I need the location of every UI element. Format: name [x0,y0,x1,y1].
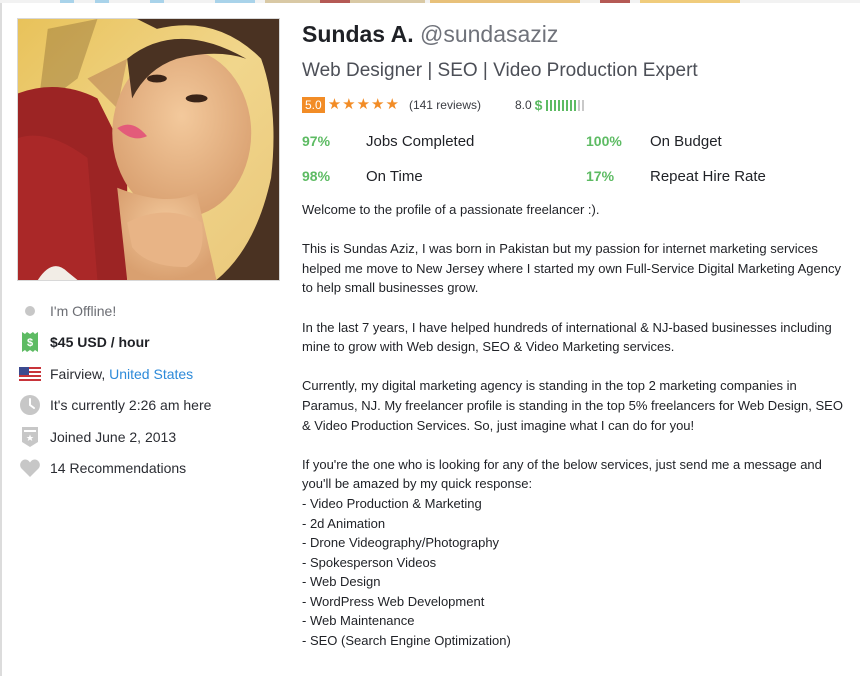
stat-on-time-label: On Time [366,168,423,185]
service-item: - Web Design [302,574,381,590]
status-dot-icon [16,299,44,323]
svg-text:$: $ [27,337,33,349]
profile-photo[interactable] [17,18,280,281]
clock-icon [16,393,44,417]
earnings-meter [546,99,586,111]
profile-info-list: I'm Offline! $ $45 USD / hour Fairview, … [16,295,276,484]
badge-icon [16,425,44,449]
stat-repeat-hire-value: 17% [586,168,615,184]
online-status: I'm Offline! [16,295,276,327]
stat-jobs-completed-value: 97% [302,133,331,149]
heart-icon [16,456,44,480]
star-rating: ★ ★ ★ ★ ★ [327,96,400,113]
recommendations-text: 14 Recommendations [50,460,187,477]
earnings-bar-segment [546,99,549,111]
profile-main: Sundas A. @sundasaziz Web Designer | SEO… [302,19,852,651]
hourly-rate-text: $45 USD / hour [50,334,150,351]
earnings-bar-segment [574,99,577,111]
location: Fairview, United States [16,358,276,390]
local-time: It's currently 2:26 am here [16,390,276,422]
joined-date: Joined June 2, 2013 [16,421,276,453]
earnings-bar-segment [578,99,581,111]
joined-date-text: Joined June 2, 2013 [50,428,177,445]
location-city: Fairview, [50,365,110,382]
service-item: - SEO (Search Engine Optimization) [302,633,511,649]
rating-summary: 5.0 ★ ★ ★ ★ ★ (141 reviews) 8.0 $ [302,96,852,114]
service-item: - Drone Videography/Photography [302,535,500,551]
earnings-bar-segment [554,99,557,111]
username: @sundasaziz [420,21,559,47]
hourly-rate: $ $45 USD / hour [16,327,276,359]
profile-photo-image [18,19,279,280]
services-list: - Video Production & Marketing - 2d Anim… [302,494,847,651]
profile-tagline: Web Designer | SEO | Video Production Ex… [302,60,698,81]
stat-repeat-hire-label: Repeat Hire Rate [650,168,766,185]
stat-jobs-completed-label: Jobs Completed [366,133,475,150]
about-paragraph: Welcome to the profile of a passionate f… [302,202,600,217]
earnings-bar-segment [582,99,585,111]
stat-on-budget-label: On Budget [650,133,722,150]
earnings-score: 8.0 [514,98,532,112]
local-time-text: It's currently 2:26 am here [50,397,212,414]
us-flag-icon [16,362,44,386]
location-country-link[interactable]: United States [109,366,193,382]
service-item: - Web Maintenance [302,613,415,629]
about-paragraph: This is Sundas Aziz, I was born in Pakis… [302,241,841,296]
earnings-dollar-icon: $ [534,97,543,113]
earnings-bar-segment [570,99,573,111]
profile-name-line: Sundas A. @sundasaziz [302,19,852,49]
profile-card: I'm Offline! $ $45 USD / hour Fairview, … [0,3,860,676]
recommendations: 14 Recommendations [16,453,276,485]
stat-on-time-value: 98% [302,168,331,184]
star-icon: ★ [356,96,371,113]
services-intro: If you're the one who is looking for any… [302,456,822,492]
service-item: - Spokesperson Videos [302,554,437,570]
star-icon: ★ [371,96,385,113]
service-item: - WordPress Web Development [302,593,485,609]
stat-on-budget-value: 100% [586,133,622,149]
about-paragraph: In the last 7 years, I have helped hundr… [302,319,832,355]
service-item: - 2d Animation [302,515,386,531]
reviews-count-link[interactable]: (141 reviews) [409,98,481,112]
star-icon: ★ [342,96,356,113]
dollar-ticket-icon: $ [16,330,44,354]
earnings-bar-segment [566,99,569,111]
about-paragraph: Currently, my digital marketing agency i… [302,378,843,433]
about-description: Welcome to the profile of a passionate f… [302,200,847,651]
service-item: - Video Production & Marketing [302,495,482,511]
stats-grid: 97% Jobs Completed 100% On Budget 98% On… [302,124,852,194]
earnings-bar-segment [562,99,565,111]
rating-score-badge: 5.0 [302,97,325,113]
star-icon: ★ [385,96,399,113]
earnings-bar-segment [558,99,561,111]
online-status-text: I'm Offline! [50,302,117,319]
display-name: Sundas A. [302,21,414,47]
earnings-bar-segment [550,99,553,111]
star-icon: ★ [327,96,342,113]
